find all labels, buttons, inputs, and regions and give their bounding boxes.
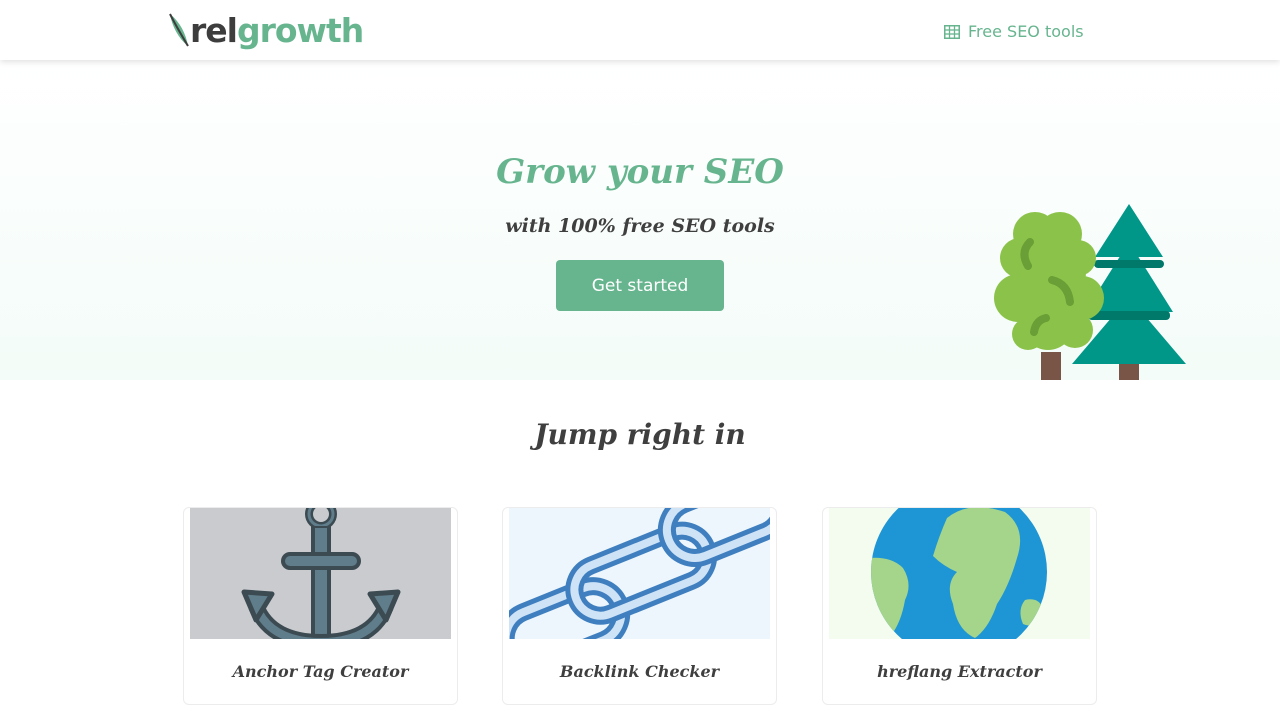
pine-band-upper (1094, 260, 1164, 268)
anchor-icon (241, 508, 401, 639)
backlink-card-image (509, 508, 770, 639)
top-navbar: relgrowth Free SEO tools (0, 0, 1280, 60)
jump-right-in-heading: Jump right in (534, 418, 746, 451)
free-seo-tools-link[interactable]: Free SEO tools (944, 22, 1084, 41)
chain-link-icon (509, 508, 770, 639)
pine-trunk (1119, 362, 1139, 380)
hero-section: Grow your SEO with 100% free SEO tools G… (0, 60, 1280, 380)
anchor-card-image (190, 508, 451, 639)
pine-band-lower (1088, 311, 1170, 320)
tool-card-anchor-tag-creator[interactable]: Anchor Tag Creator (183, 507, 458, 705)
logo-wordmark: relgrowth (190, 10, 364, 50)
get-started-button[interactable]: Get started (556, 260, 724, 311)
logo-text-growth: growth (236, 10, 364, 50)
table-icon (944, 24, 960, 39)
leaf-icon (169, 13, 189, 47)
tool-card-hreflang-extractor[interactable]: hreflang Extractor (822, 507, 1097, 705)
round-trunk (1041, 352, 1061, 380)
hreflang-card-image (829, 508, 1090, 639)
tool-card-label: hreflang Extractor (877, 662, 1042, 681)
hero-title: Grow your SEO (496, 152, 784, 192)
logo-text-rel: rel (190, 10, 238, 50)
site-logo[interactable]: relgrowth (168, 8, 364, 52)
trees-illustration (994, 204, 1186, 380)
free-seo-tools-label: Free SEO tools (968, 22, 1084, 41)
globe-icon (871, 508, 1047, 639)
tool-card-backlink-checker[interactable]: Backlink Checker (502, 507, 777, 705)
tool-card-label: Backlink Checker (559, 662, 720, 681)
tool-card-label: Anchor Tag Creator (232, 662, 409, 681)
